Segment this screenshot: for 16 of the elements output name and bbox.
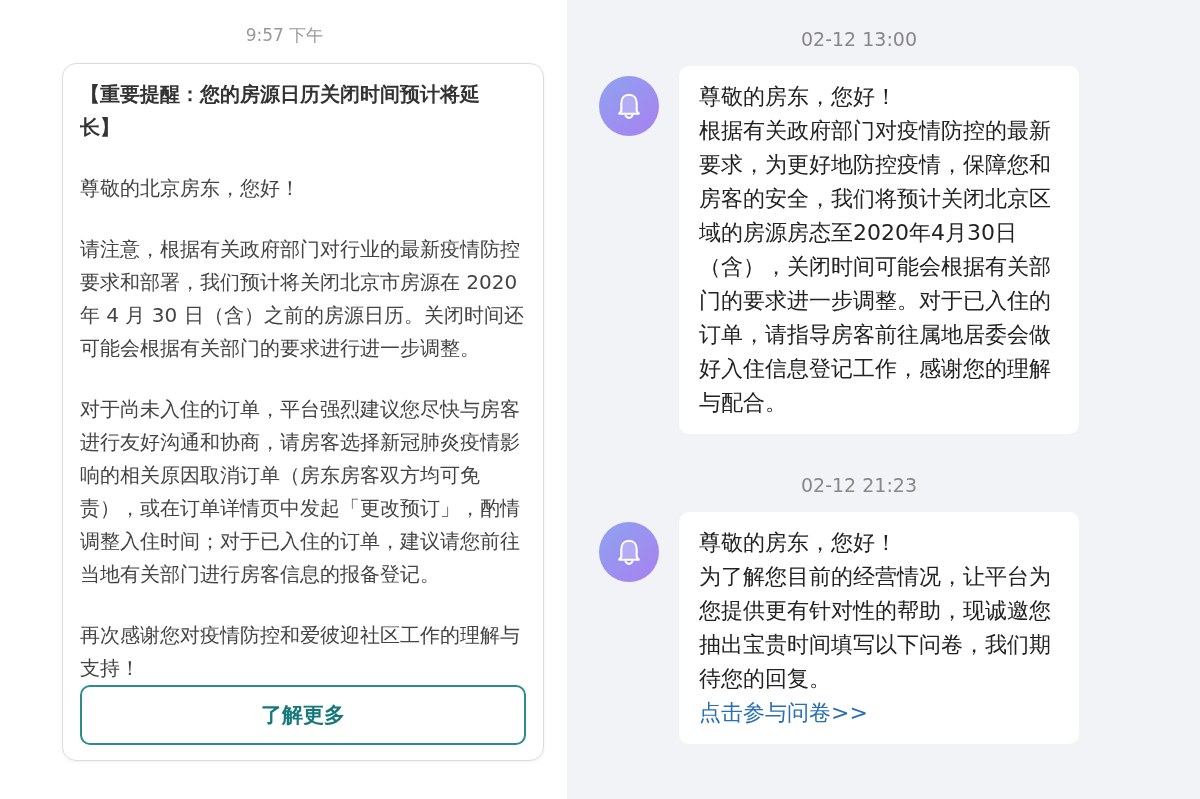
learn-more-button[interactable]: 了解更多 — [80, 685, 526, 745]
message-text: 尊敬的房东，您好！ — [699, 83, 898, 111]
notice-title: 【重要提醒：您的房源日历关闭时间预计将延长】 — [80, 81, 481, 141]
timestamp: 02-12 13:00 — [800, 28, 918, 50]
message-text: 为了解您目前的经营情况，让平台为您提供更有针对性的帮助，现诚邀您抽出宝贵时间填写以下问卷，我们期待您的回复。 — [699, 563, 1052, 693]
timestamp: 02-12 21:23 — [800, 474, 918, 496]
paragraph: 对于尚未入住的订单，平台强烈建议您尽快与房客进行友好沟通和协商，请房客选择新冠肺炎疫情影响的相关原因取消订单（房东房客双方均可免责），或在订单详情页中发起「更改预订」，酌情调整入住时间；对于已入住的订单，建议请您前往当地有关部门进行房客信息的报备登记。 — [80, 396, 521, 588]
survey-link[interactable]: 点击参与问卷>> — [699, 696, 868, 730]
message-text: 尊敬的房东，您好！ — [699, 529, 898, 557]
timestamp: 9:57 下午 — [244, 24, 325, 47]
paragraph: 尊敬的北京房东，您好！ — [80, 175, 301, 202]
paragraph: 请注意，根据有关政府部门对行业的最新疫情防控要求和部署，我们预计将关闭北京市房源在 2020 年 4 月 30 日（含）之前的房源日历。关闭时间还可能会根据有关部门的要求进行进一步调整。 — [80, 236, 525, 362]
paragraph: 再次感谢您对疫情防控和爱彼迎社区工作的理解与支持！ — [80, 622, 521, 682]
avatar-icon — [599, 522, 659, 582]
message-text: 根据有关政府部门对疫情防控的最新要求，为更好地防控疫情，保障您和房客的安全，我们将预计关闭北京区域的房源房态至2020年4月30日（含），关闭时间可能会根据有关部门的要求进一步调整。对于已入住的订单，请指导房客前往属地居委会做好入住信息登记工作，感谢您的理解与配合。 — [699, 117, 1052, 417]
avatar-icon — [599, 76, 659, 136]
